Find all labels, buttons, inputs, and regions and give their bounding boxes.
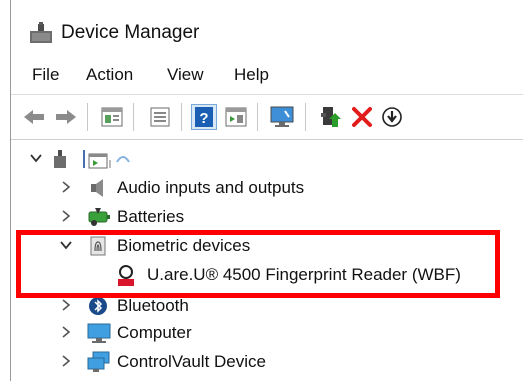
chevron-right-icon[interactable]	[59, 298, 73, 312]
device-tree: Audio inputs and outputs Batteries Biome…	[11, 141, 523, 381]
bluetooth-icon	[87, 295, 109, 317]
menu-action[interactable]: Action	[84, 65, 135, 85]
chevron-down-icon[interactable]	[29, 151, 43, 165]
selected-node-icon	[83, 148, 130, 170]
toolbar-separator	[181, 103, 182, 131]
uninstall-icon[interactable]	[349, 104, 375, 130]
network-monitor-icon	[87, 351, 110, 373]
tree-node-label: Batteries	[117, 207, 185, 226]
tree-node-label: ControlVault Device	[117, 352, 266, 371]
chevron-right-icon[interactable]	[59, 354, 73, 368]
tree-node-label: Computer	[117, 323, 192, 342]
svg-text:?: ?	[199, 110, 208, 127]
menu-bar: File Action View Help	[11, 62, 523, 90]
menu-help[interactable]: Help	[232, 65, 271, 85]
toolbar-separator	[305, 103, 306, 131]
list-view-icon[interactable]	[147, 104, 173, 130]
menu-view[interactable]: View	[165, 65, 206, 85]
computer-tree-icon	[53, 148, 75, 170]
chevron-right-icon[interactable]	[59, 180, 73, 194]
battery-icon	[87, 206, 110, 228]
chevron-right-icon[interactable]	[59, 209, 73, 223]
update-driver-icon[interactable]	[317, 104, 343, 130]
back-arrow-icon[interactable]	[21, 104, 47, 130]
forward-arrow-icon[interactable]	[53, 104, 79, 130]
tree-node-computer[interactable]: Computer	[11, 319, 523, 347]
fingerprint-icon	[87, 235, 109, 257]
tree-node-bluetooth[interactable]: Bluetooth	[11, 292, 523, 320]
help-icon[interactable]: ?	[191, 104, 217, 130]
tree-node-label: Biometric devices	[117, 236, 251, 255]
device-manager-window: Device Manager File Action View Help ? A…	[10, 0, 523, 381]
tree-node-batteries[interactable]: Batteries	[11, 203, 523, 231]
tree-node-fingerprint-reader[interactable]: U.are.U® 4500 Fingerprint Reader (WBF)	[11, 261, 523, 289]
tree-node-label: Bluetooth	[117, 296, 189, 315]
properties-pane-icon[interactable]	[99, 104, 125, 130]
download-icon[interactable]	[379, 104, 405, 130]
tree-node-label: U.are.U® 4500 Fingerprint Reader (WBF)	[147, 265, 461, 284]
fingerprint-reader-icon	[115, 264, 137, 286]
tree-node-biometric[interactable]: Biometric devices	[11, 232, 523, 260]
tree-node-audio[interactable]: Audio inputs and outputs	[11, 174, 523, 202]
device-manager-icon	[29, 22, 53, 44]
title-bar[interactable]: Device Manager	[11, 0, 523, 62]
chevron-right-icon[interactable]	[59, 325, 73, 339]
tree-node-controlvault[interactable]: ControlVault Device	[11, 348, 523, 376]
window-title: Device Manager	[61, 22, 200, 43]
speaker-icon	[87, 177, 109, 199]
menu-file[interactable]: File	[30, 65, 61, 85]
toolbar-separator	[87, 103, 88, 131]
toolbar-separator	[133, 103, 134, 131]
scan-monitor-icon[interactable]	[269, 104, 295, 130]
toolbar-separator	[257, 103, 258, 131]
tree-node-label: Audio inputs and outputs	[117, 178, 305, 197]
tree-root[interactable]	[11, 145, 523, 173]
toolbar: ?	[11, 94, 523, 140]
driver-details-icon[interactable]	[223, 104, 249, 130]
monitor-icon	[87, 322, 111, 344]
chevron-down-icon[interactable]	[59, 238, 73, 252]
